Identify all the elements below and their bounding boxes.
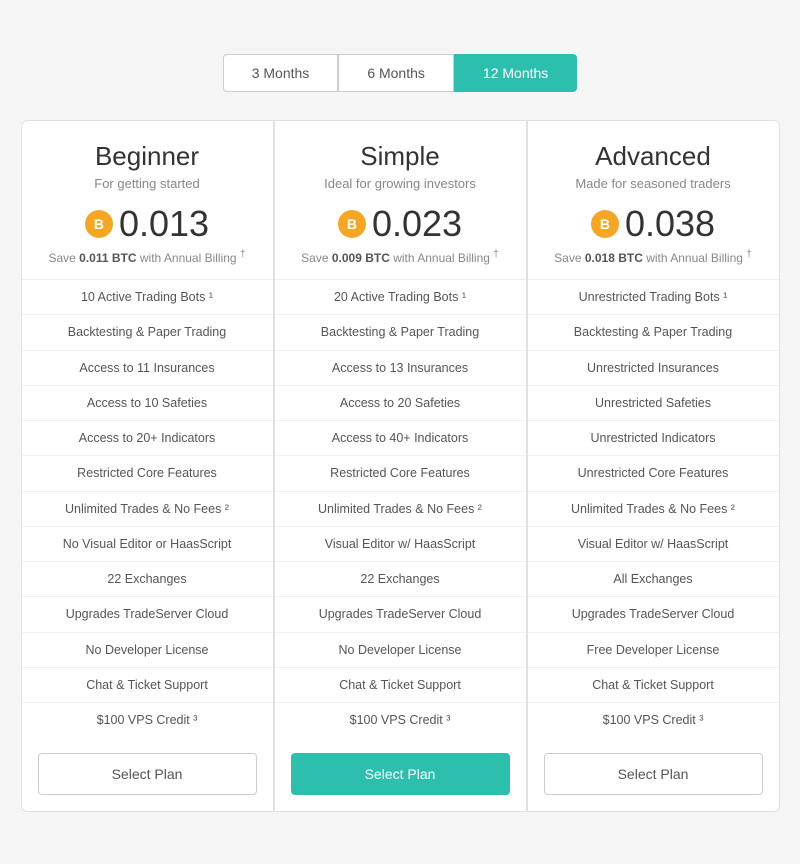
plan-price-row-simple: B0.023 — [291, 203, 510, 245]
feature-row: All Exchanges — [528, 562, 779, 597]
feature-row: Unrestricted Core Features — [528, 456, 779, 491]
feature-row: Backtesting & Paper Trading — [22, 315, 273, 350]
plan-price-value-simple: 0.023 — [372, 203, 462, 245]
feature-row: Upgrades TradeServer Cloud — [275, 597, 526, 632]
plan-card-beginner: Beginner For getting started B0.013 Save 0.… — [21, 120, 274, 812]
plans-container: BeginnerFor getting startedB0.013Save 0.… — [20, 120, 780, 812]
feature-row: Unlimited Trades & No Fees ² — [275, 492, 526, 527]
btc-icon-advanced: B — [591, 210, 619, 238]
feature-row: Unrestricted Indicators — [528, 421, 779, 456]
feature-row: Backtesting & Paper Trading — [528, 315, 779, 350]
btc-icon-beginner: B — [85, 210, 113, 238]
plan-save-advanced: Save 0.018 BTC with Annual Billing † — [544, 249, 763, 265]
plan-save-beginner: Save 0.011 BTC with Annual Billing † — [38, 249, 257, 265]
plan-footer-simple: Select Plan — [275, 737, 526, 811]
feature-row: 22 Exchanges — [275, 562, 526, 597]
feature-row: Access to 20+ Indicators — [22, 421, 273, 456]
plan-card-simple: Simple Ideal for growing investors B0.023 S… — [274, 120, 527, 812]
plan-desc-simple: Ideal for growing investors — [291, 176, 510, 191]
plan-header-beginner: Beginner For getting started B0.013 Save 0.… — [22, 121, 273, 280]
plan-name-simple: Simple — [291, 141, 510, 172]
plan-desc-advanced: Made for seasoned traders — [544, 176, 763, 191]
feature-row: Unlimited Trades & No Fees ² — [22, 492, 273, 527]
feature-row: Upgrades TradeServer Cloud — [22, 597, 273, 632]
feature-row: Unrestricted Safeties — [528, 386, 779, 421]
feature-row: Access to 10 Safeties — [22, 386, 273, 421]
plan-name-beginner: Beginner — [38, 141, 257, 172]
feature-row: Chat & Ticket Support — [275, 668, 526, 703]
feature-row: Free Developer License — [528, 633, 779, 668]
feature-row: No Developer License — [22, 633, 273, 668]
feature-row: 20 Active Trading Bots ¹ — [275, 280, 526, 315]
plan-name-advanced: Advanced — [544, 141, 763, 172]
feature-row: 22 Exchanges — [22, 562, 273, 597]
plan-price-value-advanced: 0.038 — [625, 203, 715, 245]
select-plan-button-beginner[interactable]: Select Plan — [38, 753, 257, 795]
plan-footer-advanced: Select Plan — [528, 737, 779, 811]
feature-row: Restricted Core Features — [275, 456, 526, 491]
feature-row: No Visual Editor or HaasScript — [22, 527, 273, 562]
feature-row: $100 VPS Credit ³ — [22, 703, 273, 737]
plan-footer-beginner: Select Plan — [22, 737, 273, 811]
plan-price-row-beginner: B0.013 — [38, 203, 257, 245]
tab-3-months[interactable]: 3 Months — [223, 54, 339, 92]
btc-icon-simple: B — [338, 210, 366, 238]
select-plan-button-advanced[interactable]: Select Plan — [544, 753, 763, 795]
feature-row: Backtesting & Paper Trading — [275, 315, 526, 350]
feature-row: Chat & Ticket Support — [22, 668, 273, 703]
feature-row: 10 Active Trading Bots ¹ — [22, 280, 273, 315]
feature-row: Unrestricted Insurances — [528, 351, 779, 386]
tab-6-months[interactable]: 6 Months — [338, 54, 454, 92]
billing-period-tabs: 3 Months6 Months12 Months — [20, 54, 780, 92]
feature-row: Access to 40+ Indicators — [275, 421, 526, 456]
select-plan-button-simple[interactable]: Select Plan — [291, 753, 510, 795]
tab-12-months[interactable]: 12 Months — [454, 54, 577, 92]
feature-row: Chat & Ticket Support — [528, 668, 779, 703]
plan-price-value-beginner: 0.013 — [119, 203, 209, 245]
feature-row: No Developer License — [275, 633, 526, 668]
feature-row: Unlimited Trades & No Fees ² — [528, 492, 779, 527]
feature-row: Access to 11 Insurances — [22, 351, 273, 386]
feature-row: Upgrades TradeServer Cloud — [528, 597, 779, 632]
feature-row: Visual Editor w/ HaasScript — [528, 527, 779, 562]
features-list-simple: 20 Active Trading Bots ¹Backtesting & Pa… — [275, 280, 526, 737]
feature-row: $100 VPS Credit ³ — [275, 703, 526, 737]
plan-price-row-advanced: B0.038 — [544, 203, 763, 245]
feature-row: Access to 20 Safeties — [275, 386, 526, 421]
plan-header-advanced: Advanced Made for seasoned traders B0.038 S… — [528, 121, 779, 280]
feature-row: $100 VPS Credit ³ — [528, 703, 779, 737]
feature-row: Access to 13 Insurances — [275, 351, 526, 386]
plan-header-simple: Simple Ideal for growing investors B0.023 S… — [275, 121, 526, 280]
feature-row: Visual Editor w/ HaasScript — [275, 527, 526, 562]
plan-desc-beginner: For getting started — [38, 176, 257, 191]
feature-row: Unrestricted Trading Bots ¹ — [528, 280, 779, 315]
features-list-advanced: Unrestricted Trading Bots ¹Backtesting &… — [528, 280, 779, 737]
feature-row: Restricted Core Features — [22, 456, 273, 491]
features-list-beginner: 10 Active Trading Bots ¹Backtesting & Pa… — [22, 280, 273, 737]
plan-card-advanced: Advanced Made for seasoned traders B0.038 S… — [527, 120, 780, 812]
plan-save-simple: Save 0.009 BTC with Annual Billing † — [291, 249, 510, 265]
